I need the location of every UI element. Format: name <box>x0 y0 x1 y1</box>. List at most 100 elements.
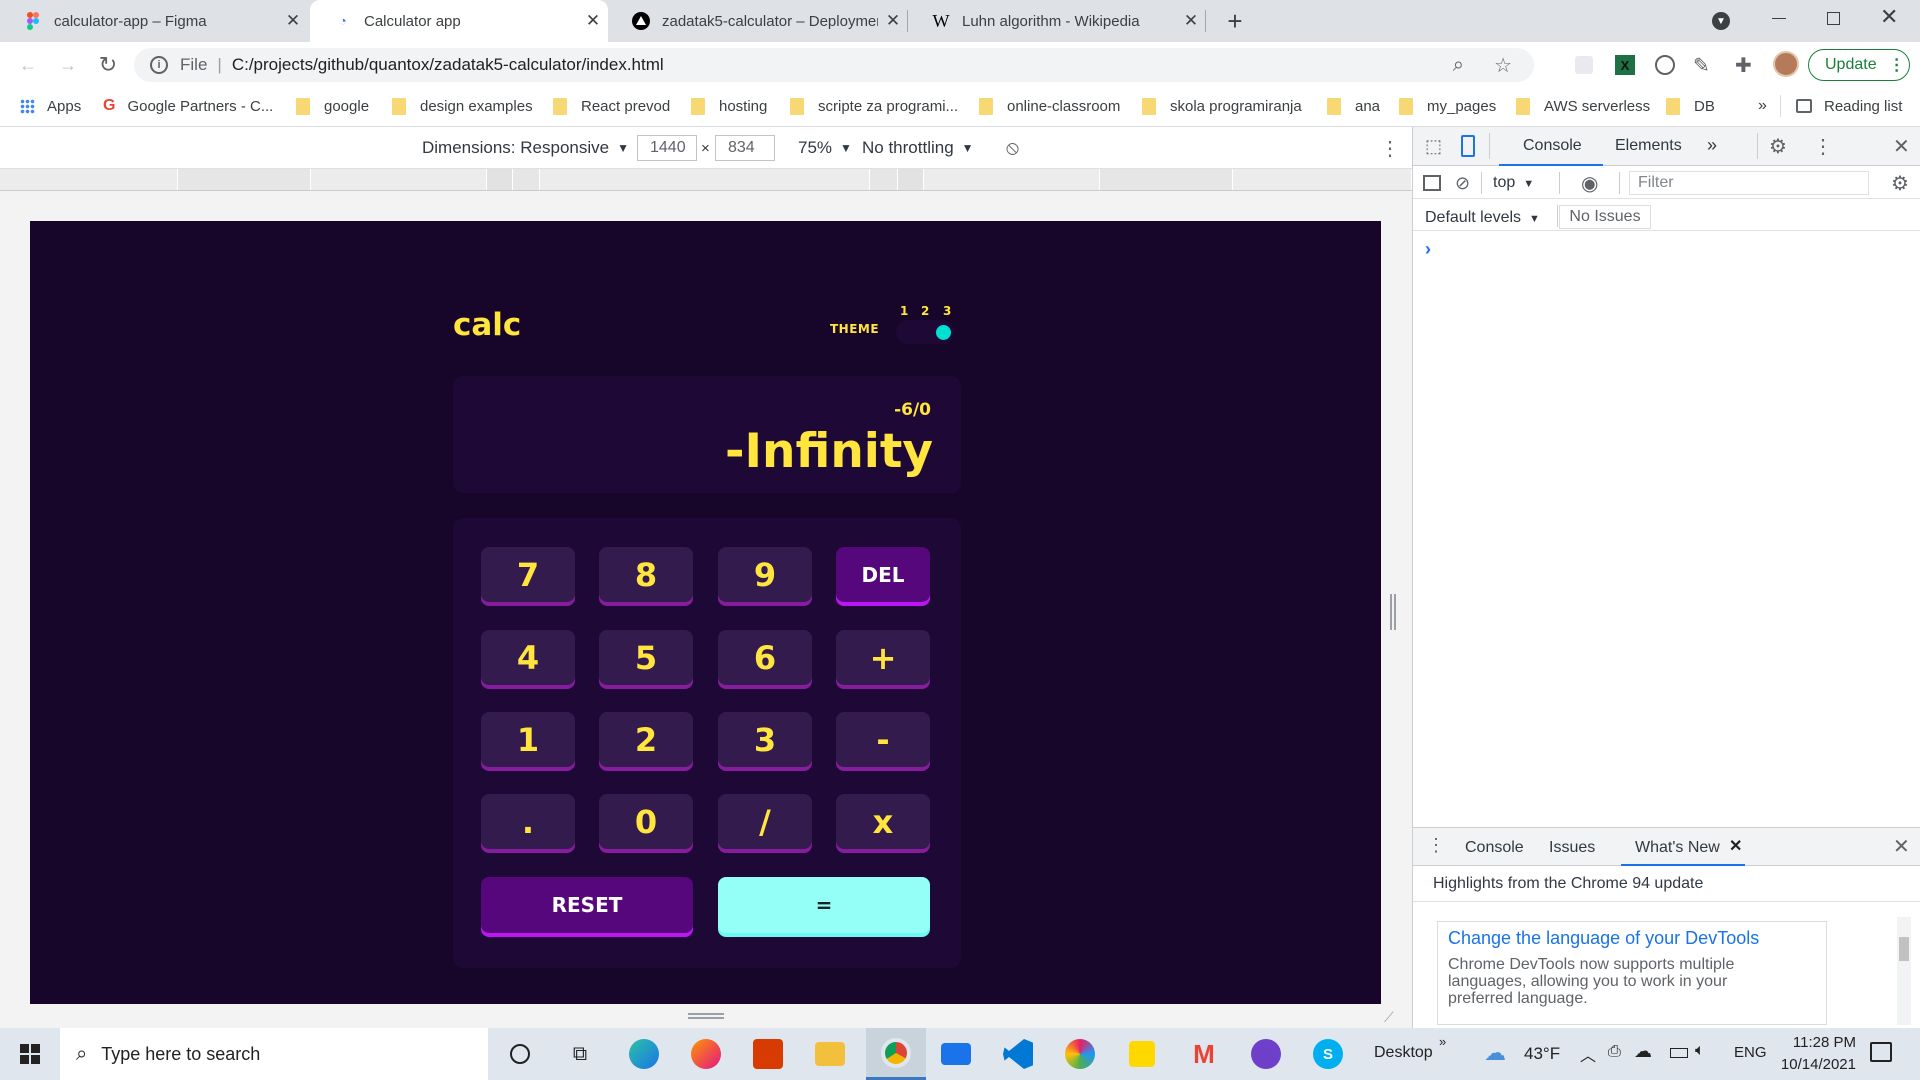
theme-toggle[interactable] <box>896 320 954 344</box>
eyedropper-extension-icon[interactable]: ✎ <box>1693 53 1710 78</box>
close-whats-new-icon[interactable]: ✕ <box>1729 836 1742 856</box>
bookmark-folder[interactable]: ana <box>1327 87 1380 125</box>
chrome-icon[interactable] <box>866 1028 926 1080</box>
reading-list-button[interactable]: Reading list <box>1796 87 1902 125</box>
bookmark-folder[interactable]: DB <box>1666 87 1715 125</box>
issues-counter[interactable]: No Issues <box>1559 205 1651 229</box>
key-plus[interactable]: + <box>836 630 930 685</box>
dimensions-select[interactable]: Dimensions: Responsive ▼ <box>422 127 629 169</box>
theme-number-1[interactable]: 1 <box>900 304 908 318</box>
resize-handle-bottom[interactable] <box>688 1013 724 1019</box>
throttling-select[interactable]: No throttling ▼ <box>862 127 974 169</box>
sidebar-toggle-icon[interactable] <box>1423 175 1441 191</box>
settings-gear-icon[interactable]: ⚙ <box>1769 134 1787 159</box>
log-levels-select[interactable]: Default levels ▼ <box>1425 209 1540 227</box>
forward-icon[interactable]: → <box>52 49 84 81</box>
theme-number-2[interactable]: 2 <box>921 304 929 318</box>
drawer-tab-console[interactable]: Console <box>1465 839 1524 857</box>
key-multiply[interactable]: x <box>836 794 930 849</box>
live-expression-eye-icon[interactable]: ◉ <box>1581 171 1598 196</box>
drawer-menu-icon[interactable]: ⋮ <box>1427 835 1445 856</box>
key-7[interactable]: 7 <box>481 547 575 602</box>
key-decimal[interactable]: . <box>481 794 575 849</box>
tab-calculator-app[interactable]: ◔ Calculator app ✕ <box>310 0 608 42</box>
console-prompt[interactable]: › <box>1425 239 1431 260</box>
extension-icon[interactable] <box>1575 56 1593 74</box>
tab-elements[interactable]: Elements <box>1615 137 1682 155</box>
device-toolbar-more-icon[interactable]: ⋮ <box>1380 127 1400 169</box>
onedrive-cloud-icon[interactable]: ☁ <box>1634 1041 1652 1062</box>
bookmark-folder[interactable]: online-classroom <box>979 87 1120 125</box>
key-0[interactable]: 0 <box>599 794 693 849</box>
resize-corner-icon[interactable]: ⟋ <box>1384 1009 1394 1026</box>
bookmark-folder[interactable]: React prevod <box>553 87 670 125</box>
close-tab-icon[interactable]: ✕ <box>278 11 308 31</box>
sticky-notes-icon[interactable] <box>1120 1028 1164 1080</box>
media-query-bar[interactable] <box>0 169 1412 191</box>
inspect-element-icon[interactable]: ⬚ <box>1425 136 1442 157</box>
bookmark-folder[interactable]: skola programiranja <box>1142 87 1302 125</box>
restore-icon[interactable] <box>1827 12 1840 25</box>
tab-vercel[interactable]: zadatak5-calculator – Deploymen ✕ <box>608 0 908 42</box>
key-divide[interactable]: / <box>718 794 812 849</box>
url-text[interactable]: C:/projects/github/quantox/zadatak5-calc… <box>232 55 664 75</box>
edge-icon[interactable] <box>622 1028 666 1080</box>
update-button[interactable]: Update ⋮ <box>1808 49 1910 81</box>
context-select[interactable]: top ▼ <box>1493 174 1534 192</box>
zoom-icon[interactable]: ⌕ <box>1453 54 1464 77</box>
drawer-scrollbar[interactable] <box>1897 917 1911 1025</box>
reload-icon[interactable]: ↻ <box>92 49 124 81</box>
theme-number-3[interactable]: 3 <box>943 304 951 318</box>
key-3[interactable]: 3 <box>718 712 812 767</box>
whats-new-card-title[interactable]: Change the language of your DevTools <box>1448 928 1759 949</box>
key-4[interactable]: 4 <box>481 630 575 685</box>
resize-handle-right[interactable] <box>1390 594 1396 630</box>
drawer-tab-issues[interactable]: Issues <box>1549 839 1595 857</box>
close-tab-icon[interactable]: ✕ <box>878 11 908 31</box>
key-1[interactable]: 1 <box>481 712 575 767</box>
info-icon[interactable]: i <box>150 56 168 74</box>
bookmark-folder[interactable]: AWS serverless <box>1516 87 1650 125</box>
more-tabs-button[interactable]: » <box>1707 135 1717 156</box>
key-2[interactable]: 2 <box>599 712 693 767</box>
paint-icon[interactable] <box>1058 1028 1102 1080</box>
cortana-icon[interactable] <box>500 1028 540 1080</box>
gmail-icon[interactable]: M <box>1182 1028 1226 1080</box>
whats-new-card[interactable]: Change the language of your DevTools Chr… <box>1437 921 1827 1025</box>
equals-button[interactable]: = <box>718 877 930 933</box>
desktop-toolbar-chevron[interactable]: » <box>1439 1034 1446 1049</box>
key-8[interactable]: 8 <box>599 547 693 602</box>
office-icon[interactable] <box>746 1028 790 1080</box>
height-input[interactable]: 834 <box>715 135 775 161</box>
bookmark-star-icon[interactable]: ☆ <box>1494 53 1512 78</box>
bookmark-folder[interactable]: google <box>296 87 369 125</box>
key-5[interactable]: 5 <box>599 630 693 685</box>
tab-search-icon[interactable]: ▼ <box>1712 12 1730 30</box>
bookmark-folder[interactable]: my_pages <box>1399 87 1496 125</box>
minimize-icon[interactable] <box>1772 18 1786 19</box>
windows-start-icon[interactable] <box>0 1028 60 1080</box>
address-bar[interactable]: i File | C:/projects/github/quantox/zada… <box>134 48 1534 82</box>
close-window-icon[interactable]: ✕ <box>1880 4 1898 30</box>
devtools-menu-icon[interactable]: ⋮ <box>1813 134 1833 159</box>
console-settings-icon[interactable]: ⚙ <box>1891 171 1909 196</box>
device-toggle-icon[interactable] <box>1461 135 1475 157</box>
github-icon[interactable] <box>1244 1028 1288 1080</box>
bookmark-folder[interactable]: hosting <box>691 87 767 125</box>
bookmark-apps[interactable]: Apps <box>20 87 81 125</box>
close-devtools-icon[interactable]: ✕ <box>1893 134 1910 159</box>
desktop-toolbar-label[interactable]: Desktop <box>1374 1044 1433 1062</box>
bookmark-folder[interactable]: scripte za programi... <box>790 87 958 125</box>
bookmarks-overflow-button[interactable]: » <box>1758 87 1767 125</box>
key-minus[interactable]: - <box>836 712 930 767</box>
key-6[interactable]: 6 <box>718 630 812 685</box>
width-input[interactable]: 1440 <box>637 135 697 161</box>
new-tab-button[interactable]: + <box>1220 6 1250 36</box>
bookmark-folder[interactable]: design examples <box>392 87 533 125</box>
close-tab-icon[interactable]: ✕ <box>1176 11 1206 31</box>
notifications-icon[interactable] <box>1870 1042 1892 1062</box>
bookmark-google-partners[interactable]: G Google Partners - C... <box>103 87 273 125</box>
tab-wikipedia[interactable]: W Luhn algorithm - Wikipedia ✕ <box>908 0 1206 42</box>
rotate-icon[interactable]: ⦸ <box>1006 127 1019 169</box>
volume-icon[interactable]: 🔈︎ <box>1695 1042 1705 1060</box>
